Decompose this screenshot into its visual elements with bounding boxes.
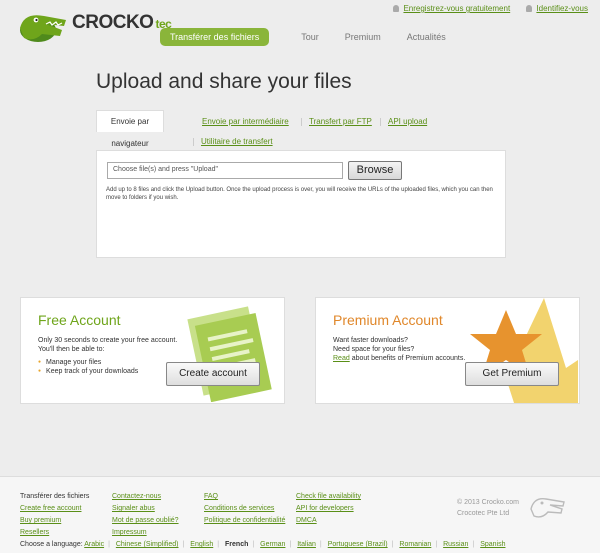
language-link-arabic[interactable]: Arabic (84, 541, 104, 548)
premium-account-text: Want faster downloads? Need space for yo… (333, 336, 465, 363)
premium-line-3: Read about benefits of Premium accounts. (333, 354, 465, 363)
documents-illustration-icon (187, 306, 272, 402)
free-account-title: Free Account (38, 312, 121, 328)
language-separator: | (472, 541, 475, 548)
language-link-italian[interactable]: Italian (297, 541, 316, 548)
footer-link[interactable]: Conditions de services (204, 503, 285, 515)
premium-line-2: Need space for your files? (333, 346, 415, 353)
upload-help-text: Add up to 8 files and click the Upload b… (106, 187, 493, 201)
premium-line-1: Want faster downloads? (333, 337, 408, 344)
footer-col-2: Contactez-nous Signaler abus Mot de pass… (112, 491, 179, 539)
free-line-2: You'll then be able to: (38, 346, 105, 353)
tab-intermediary[interactable]: Envoie par intermédiaire (202, 117, 289, 126)
list-item: Keep track of your downloads (38, 367, 177, 376)
tab-ftp[interactable]: Transfert par FTP (309, 117, 372, 126)
page-title: Upload and share your files (96, 70, 352, 93)
register-link[interactable]: Enregistrez-vous gratuitement (393, 4, 510, 13)
star-illustration-icon (470, 298, 578, 403)
footer-link[interactable]: Create free account (20, 503, 89, 515)
language-link-english[interactable]: English (190, 541, 213, 548)
footer-link[interactable]: Check file availability (296, 491, 361, 503)
get-premium-button[interactable]: Get Premium (465, 362, 559, 386)
language-separator: | (252, 541, 255, 548)
nav-news[interactable]: Actualités (407, 28, 446, 46)
file-input[interactable]: Choose file(s) and press "Upload" (107, 162, 343, 179)
copyright-line-2: Crocotec Pte Ltd (457, 510, 510, 517)
footer-link[interactable]: Resellers (20, 527, 89, 539)
tab-api[interactable]: API upload (388, 117, 427, 126)
language-link-french[interactable]: French (225, 541, 248, 548)
footer-link[interactable]: Transférer des fichiers (20, 491, 89, 503)
copyright-line-1: © 2013 Crocko.com (457, 499, 519, 506)
language-label: Choose a language: (20, 541, 83, 548)
footer-link[interactable]: API for developers (296, 503, 361, 515)
premium-benefits-text: about benefits of Premium accounts. (351, 355, 466, 362)
login-link[interactable]: Identifiez-vous (526, 4, 588, 13)
language-link-russian[interactable]: Russian (443, 541, 468, 548)
language-link-portuguese-brazil[interactable]: Portuguese (Brazil) (328, 541, 388, 548)
read-link[interactable]: Read (333, 355, 350, 362)
language-separator: | (391, 541, 394, 548)
language-link-spanish[interactable]: Spanish (480, 541, 505, 548)
crocodile-icon (20, 15, 66, 42)
free-benefits-list: Manage your files Keep track of your dow… (38, 358, 177, 376)
tab-separator (301, 118, 302, 126)
language-separator: | (435, 541, 438, 548)
footer-link[interactable]: Signaler abus (112, 503, 179, 515)
nav-tour[interactable]: Tour (301, 28, 319, 46)
nav-premium[interactable]: Premium (345, 28, 381, 46)
footer: Transférer des fichiers Create free acco… (0, 476, 600, 553)
free-account-text: Only 30 seconds to create your free acco… (38, 336, 177, 376)
nav-upload[interactable]: Transférer des fichiers (160, 28, 270, 46)
language-separator: | (217, 541, 220, 548)
user-icon (526, 5, 533, 12)
page: CROCKO tec Enregistrez-vous gratuitement … (0, 0, 600, 553)
footer-link[interactable]: Politique de confidentialité (204, 515, 285, 527)
top-links: Enregistrez-vous gratuitement Identifiez… (379, 4, 588, 13)
tab-browser[interactable]: Envoie par navigateur (96, 110, 164, 148)
list-item: Manage your files (38, 358, 177, 367)
user-icon (393, 5, 400, 12)
language-link-german[interactable]: German (260, 541, 285, 548)
footer-col-1: Transférer des fichiers Create free acco… (20, 491, 89, 539)
free-line-1: Only 30 seconds to create your free acco… (38, 337, 178, 344)
footer-link[interactable]: Impressum (112, 527, 179, 539)
language-separator: | (108, 541, 110, 548)
footer-link[interactable]: FAQ (204, 491, 285, 503)
upload-panel: Choose file(s) and press "Upload" Browse… (96, 150, 506, 258)
browse-button[interactable]: Browse (348, 161, 402, 180)
crocko-logo[interactable]: CROCKO tec (16, 6, 172, 46)
premium-account-title: Premium Account (333, 312, 443, 328)
footer-link[interactable]: Contactez-nous (112, 491, 179, 503)
language-separator: | (319, 541, 322, 548)
main-nav: Transférer des fichiers Tour Premium Act… (160, 28, 472, 46)
footer-link[interactable]: Mot de passe oublié? (112, 515, 179, 527)
tab-separator (193, 138, 194, 146)
footer-link[interactable]: Buy premium (20, 515, 89, 527)
tab-utility[interactable]: Utilitaire de transfert (201, 137, 273, 146)
language-separator: | (289, 541, 292, 548)
copyright: © 2013 Crocko.com Crocotec Pte Ltd (457, 497, 519, 519)
premium-account-panel: Premium Account Want faster downloads? N… (315, 297, 580, 404)
language-link-chinese-simplified[interactable]: Chinese (Simplified) (116, 541, 179, 548)
footer-link[interactable]: DMCA (296, 515, 361, 527)
language-separator: | (182, 541, 185, 548)
create-account-button[interactable]: Create account (166, 362, 260, 386)
free-account-panel: Free Account Only 30 seconds to create y… (20, 297, 285, 404)
footer-col-3: FAQ Conditions de services Politique de … (204, 491, 285, 527)
language-link-romanian[interactable]: Romanian (399, 541, 431, 548)
language-selector: Choose a language: Arabic | Chinese (Simp… (20, 541, 505, 548)
brand-name: CROCKO tec (72, 12, 172, 33)
tab-separator (380, 118, 381, 126)
crocodile-outline-icon (530, 498, 565, 518)
footer-col-4: Check file availability API for develope… (296, 491, 361, 527)
